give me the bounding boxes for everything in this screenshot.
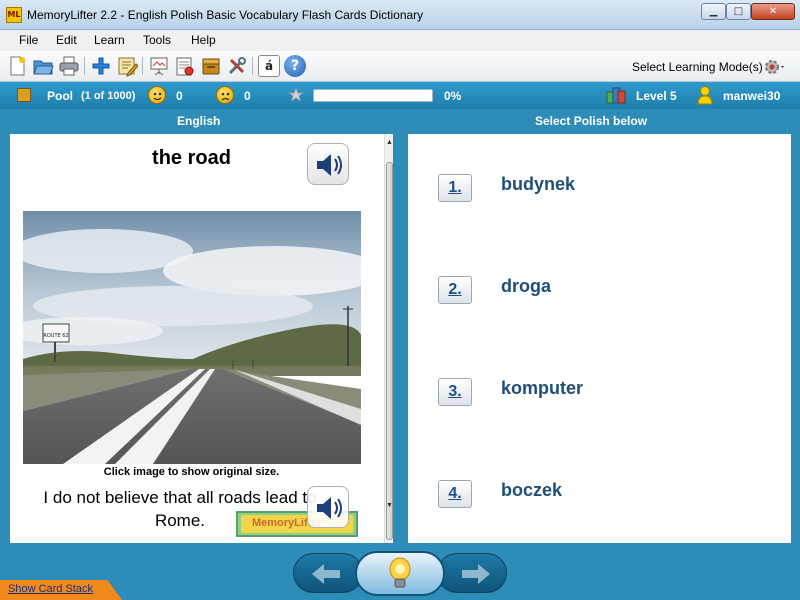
window-title: MemoryLifter 2.2 - English Polish Basic … xyxy=(27,8,424,22)
level-label: Level 5 xyxy=(636,89,677,103)
answer-column-header: Select Polish below xyxy=(535,114,648,128)
character-map-icon[interactable]: á xyxy=(258,55,280,77)
question-scrollbar[interactable]: ▲ ▼ xyxy=(384,134,393,543)
open-folder-icon[interactable] xyxy=(32,55,54,77)
show-card-stack-link[interactable]: Show Card Stack xyxy=(8,583,93,595)
toolbar-separator xyxy=(142,57,143,75)
wrong-smiley-icon xyxy=(216,86,234,104)
correct-smiley-icon xyxy=(148,86,166,104)
dictionary-icon[interactable] xyxy=(174,55,196,77)
answer-3-number-button[interactable]: 3. xyxy=(438,378,472,406)
answer-2-text[interactable]: droga xyxy=(501,276,551,297)
gear-dropdown-icon[interactable] xyxy=(763,57,785,77)
answer-1-number-button[interactable]: 1. xyxy=(438,174,472,202)
slideshow-icon[interactable] xyxy=(148,55,170,77)
close-button[interactable]: ✕ xyxy=(751,3,795,20)
level-boxes-icon xyxy=(606,86,626,104)
answer-panel: 1. budynek 2. droga 3. komputer 4. bocze… xyxy=(408,134,791,543)
answer-4-number-button[interactable]: 4. xyxy=(438,480,472,508)
menu-file[interactable]: File xyxy=(19,33,38,47)
question-column-header: English xyxy=(177,114,221,128)
maximize-button[interactable]: □ xyxy=(726,3,751,20)
wrong-count: 0 xyxy=(244,89,251,103)
menu-tools[interactable]: Tools xyxy=(143,33,171,47)
show-card-stack-tab[interactable]: Show Card Stack xyxy=(0,580,122,600)
route-sign-text: ROUTE 62 xyxy=(43,333,68,339)
print-icon[interactable] xyxy=(58,55,80,77)
user-name: manwei30 xyxy=(723,89,781,103)
pool-count: (1 of 1000) xyxy=(81,90,136,102)
app-icon: ML xyxy=(6,7,22,23)
progress-label: 0% xyxy=(444,89,462,103)
answer-1-text[interactable]: budynek xyxy=(501,174,575,195)
menu-edit[interactable]: Edit xyxy=(56,33,77,47)
answer-4-text[interactable]: boczek xyxy=(501,480,562,501)
scroll-down-arrow[interactable]: ▼ xyxy=(386,502,393,509)
menu-bar: File Edit Learn Tools Help xyxy=(0,30,800,51)
card-navigation xyxy=(293,551,507,596)
pool-box-icon xyxy=(17,88,31,102)
answer-2-number-button[interactable]: 2. xyxy=(438,276,472,304)
toolbar: á ? Select Learning Mode(s) xyxy=(0,51,800,82)
next-card-button[interactable] xyxy=(437,553,507,593)
star-icon xyxy=(287,86,305,103)
toolbar-separator xyxy=(84,57,85,75)
card-image[interactable]: ROUTE 62 xyxy=(10,211,383,464)
scrollbar-thumb[interactable] xyxy=(386,162,393,540)
hint-button[interactable] xyxy=(355,551,445,596)
answer-3-text[interactable]: komputer xyxy=(501,378,583,399)
correct-count: 0 xyxy=(176,89,183,103)
edit-card-icon[interactable] xyxy=(116,55,139,77)
pool-label: Pool xyxy=(47,89,73,103)
menu-learn[interactable]: Learn xyxy=(94,33,125,47)
help-icon[interactable]: ? xyxy=(284,55,306,77)
scroll-up-arrow[interactable]: ▲ xyxy=(386,139,393,146)
play-word-audio-button[interactable] xyxy=(307,143,349,185)
play-sentence-audio-button[interactable] xyxy=(307,486,349,528)
learning-mode-label[interactable]: Select Learning Mode(s) xyxy=(632,60,763,74)
question-panel: the road ROUTE 62 Click image to show or… xyxy=(10,134,393,543)
previous-card-button[interactable] xyxy=(293,553,363,593)
new-file-icon[interactable] xyxy=(6,55,28,77)
toolbar-separator xyxy=(252,57,253,75)
progress-bar xyxy=(313,89,433,102)
title-bar: ML MemoryLifter 2.2 - English Polish Bas… xyxy=(0,0,800,30)
box-icon[interactable] xyxy=(200,55,222,77)
tools-icon[interactable] xyxy=(226,55,248,77)
minimize-button[interactable]: ▁ xyxy=(701,3,726,20)
user-icon xyxy=(697,85,713,105)
image-caption: Click image to show original size. xyxy=(103,466,280,478)
menu-help[interactable]: Help xyxy=(191,33,216,47)
add-card-icon[interactable] xyxy=(90,55,112,77)
